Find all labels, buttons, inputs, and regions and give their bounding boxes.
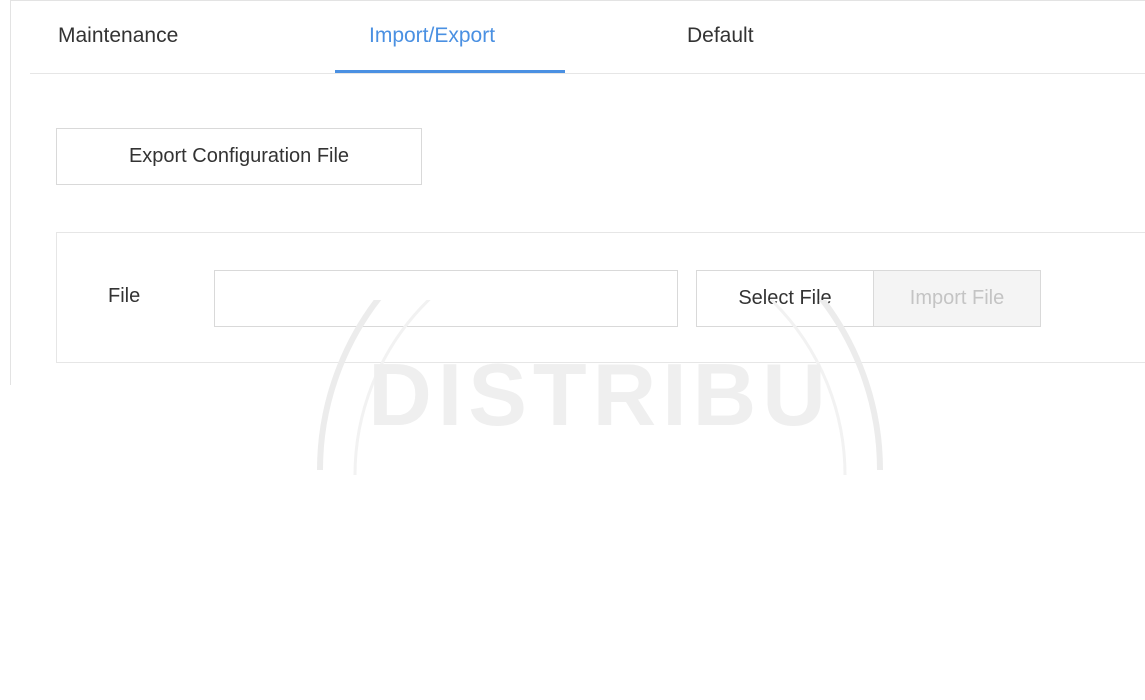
export-configuration-file-button[interactable]: Export Configuration File [56, 128, 422, 185]
active-tab-indicator [335, 70, 565, 73]
file-label: File [108, 285, 141, 307]
import-file-button[interactable]: Import File [874, 271, 1040, 326]
tab-import-export[interactable]: Import/Export [369, 24, 495, 48]
file-path-input[interactable] [214, 270, 678, 327]
tab-bar: Maintenance Import/Export Default [30, 0, 1145, 74]
tab-default[interactable]: Default [687, 24, 754, 48]
select-file-button[interactable]: Select File [697, 271, 874, 326]
file-action-buttons: Select File Import File [696, 270, 1041, 327]
tab-maintenance[interactable]: Maintenance [58, 24, 178, 48]
